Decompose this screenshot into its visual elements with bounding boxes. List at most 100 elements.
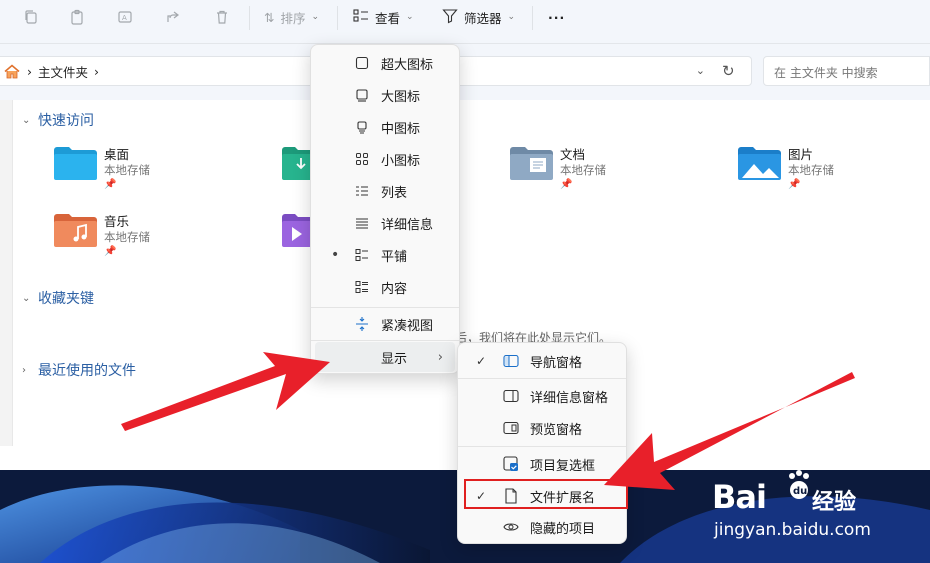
list-icon: [353, 182, 371, 200]
sort-button[interactable]: ⇅ 排序 ⌄: [264, 6, 319, 28]
rename-icon[interactable]: A: [114, 8, 136, 26]
toolbar-divider: [337, 6, 338, 30]
chevron-down-icon: ⌄: [22, 292, 31, 304]
menu-divider: [311, 340, 459, 341]
menu-item-label: 平铺: [381, 249, 408, 265]
toolbar-divider: [249, 6, 250, 30]
preview-pane-icon: [502, 419, 520, 437]
menu-item-label: 小图标: [381, 153, 421, 169]
view-option-details[interactable]: 详细信息: [315, 208, 455, 238]
menu-item-label: 大图标: [381, 89, 421, 105]
navigation-pane-icon: [502, 352, 520, 370]
section-label: 收藏夹键: [38, 291, 94, 307]
chevron-down-icon: ⌄: [406, 12, 414, 22]
view-option-list[interactable]: 列表: [315, 176, 455, 206]
show-option-details-pane[interactable]: 详细信息窗格: [462, 381, 622, 411]
watermark-brand: Bai: [712, 478, 767, 516]
chevron-down-icon: ⌄: [311, 12, 320, 22]
copy-icon[interactable]: [20, 8, 42, 26]
address-bar-area: › 主文件夹 › ⌄ ↻ 在 主文件夹 中搜索: [0, 44, 930, 100]
view-label: 查看: [375, 10, 401, 26]
music-folder-icon: [54, 213, 98, 247]
file-extensions-highlight: [464, 479, 628, 509]
section-label: 最近使用的文件: [38, 363, 136, 379]
show-option-navigation-pane[interactable]: ✓ 导航窗格: [462, 346, 622, 376]
view-option-large[interactable]: 大图标: [315, 80, 455, 110]
folder-tile-videos[interactable]: [282, 211, 312, 271]
menu-item-label: 详细信息窗格: [530, 390, 609, 406]
filter-button[interactable]: 筛选器 ⌄: [442, 6, 515, 28]
filter-label: 筛选器: [464, 10, 502, 26]
pin-icon: 📌: [560, 179, 573, 190]
pin-icon: 📌: [788, 179, 801, 190]
folder-name: 文档: [560, 147, 586, 162]
section-recent[interactable]: › 最近使用的文件: [22, 360, 136, 380]
more-options-button[interactable]: ···: [548, 6, 565, 28]
menu-item-label: 显示: [381, 351, 408, 367]
menu-item-label: 内容: [381, 281, 408, 297]
path-separator[interactable]: ›: [94, 64, 99, 79]
folder-tile-desktop[interactable]: 桌面 本地存储 📌: [54, 144, 254, 204]
menu-divider: [458, 378, 626, 379]
folder-name: 桌面: [104, 147, 130, 162]
view-menu: 超大图标 大图标 中图标 小图标 列表 详细信息 • 平铺 内容 紧凑视图 显示…: [310, 44, 460, 374]
medium-icons-icon: [353, 118, 371, 136]
menu-item-label: 超大图标: [381, 57, 434, 73]
show-option-preview-pane[interactable]: 预览窗格: [462, 413, 622, 443]
view-option-content[interactable]: 内容: [315, 272, 455, 302]
show-submenu: ✓ 导航窗格 详细信息窗格 预览窗格 项目复选框 ✓ 文件扩展名 隐藏的项目: [457, 342, 627, 544]
menu-divider: [311, 307, 459, 308]
show-submenu-trigger[interactable]: 显示 ›: [315, 342, 455, 372]
compact-view-icon: [353, 315, 371, 333]
search-input[interactable]: 在 主文件夹 中搜索: [763, 56, 930, 86]
show-option-item-checkboxes[interactable]: 项目复选框: [462, 449, 622, 479]
refresh-icon[interactable]: ↻: [722, 62, 735, 80]
menu-item-label: 导航窗格: [530, 355, 583, 371]
menu-item-label: 紧凑视图: [381, 318, 434, 334]
view-option-extra-large[interactable]: 超大图标: [315, 48, 455, 78]
toolbar-divider: [532, 6, 533, 30]
menu-item-label: 预览窗格: [530, 422, 583, 438]
menu-item-label: 列表: [381, 185, 408, 201]
paw-logo-icon: du: [786, 470, 812, 508]
menu-item-label: 详细信息: [381, 217, 434, 233]
share-icon[interactable]: [162, 8, 184, 26]
documents-folder-icon: [510, 146, 554, 180]
extra-large-icons-icon: [353, 54, 371, 72]
paste-icon[interactable]: [66, 8, 88, 26]
compact-view-option[interactable]: 紧凑视图: [315, 309, 455, 339]
small-icons-icon: [353, 150, 371, 168]
section-quick-access[interactable]: ⌄ 快速访问: [22, 110, 94, 130]
folder-name: 图片: [788, 147, 814, 162]
sort-label: 排序: [280, 10, 306, 26]
folder-tile-pictures[interactable]: 图片 本地存储 📌: [738, 144, 930, 204]
watermark-url: jingyan.baidu.com: [714, 520, 871, 540]
pictures-folder-icon: [738, 146, 782, 180]
details-icon: [353, 214, 371, 232]
delete-icon[interactable]: [211, 8, 233, 26]
folder-tile-downloads[interactable]: [282, 144, 312, 204]
path-segment[interactable]: 主文件夹: [38, 62, 88, 81]
folder-tile-music[interactable]: 音乐 本地存储 📌: [54, 211, 254, 271]
desktop-folder-icon: [54, 146, 98, 180]
menu-item-label: 中图标: [381, 121, 421, 137]
chevron-down-icon[interactable]: ⌄: [696, 64, 705, 77]
section-favorites[interactable]: ⌄ 收藏夹键: [22, 288, 94, 308]
view-option-small[interactable]: 小图标: [315, 144, 455, 174]
chevron-down-icon: ⌄: [22, 114, 31, 126]
view-option-tiles[interactable]: • 平铺: [315, 240, 455, 270]
nav-pane-edge: [0, 100, 13, 446]
folder-location: 本地存储: [104, 163, 150, 177]
menu-item-label: 项目复选框: [530, 458, 596, 474]
path-separator[interactable]: ›: [27, 64, 32, 79]
folder-tile-documents[interactable]: 文档 本地存储 📌: [510, 144, 710, 204]
view-icon: [353, 8, 369, 26]
view-button[interactable]: 查看 ⌄: [353, 6, 414, 28]
large-icons-icon: [353, 86, 371, 104]
sort-icon: ⇅: [264, 9, 275, 25]
show-option-hidden-items[interactable]: 隐藏的项目: [462, 512, 622, 542]
folder-location: 本地存储: [560, 163, 606, 177]
command-bar: A ⇅ 排序 ⌄ 查看 ⌄ 筛选器 ⌄ ···: [0, 0, 930, 44]
home-icon[interactable]: [3, 63, 21, 79]
view-option-medium[interactable]: 中图标: [315, 112, 455, 142]
